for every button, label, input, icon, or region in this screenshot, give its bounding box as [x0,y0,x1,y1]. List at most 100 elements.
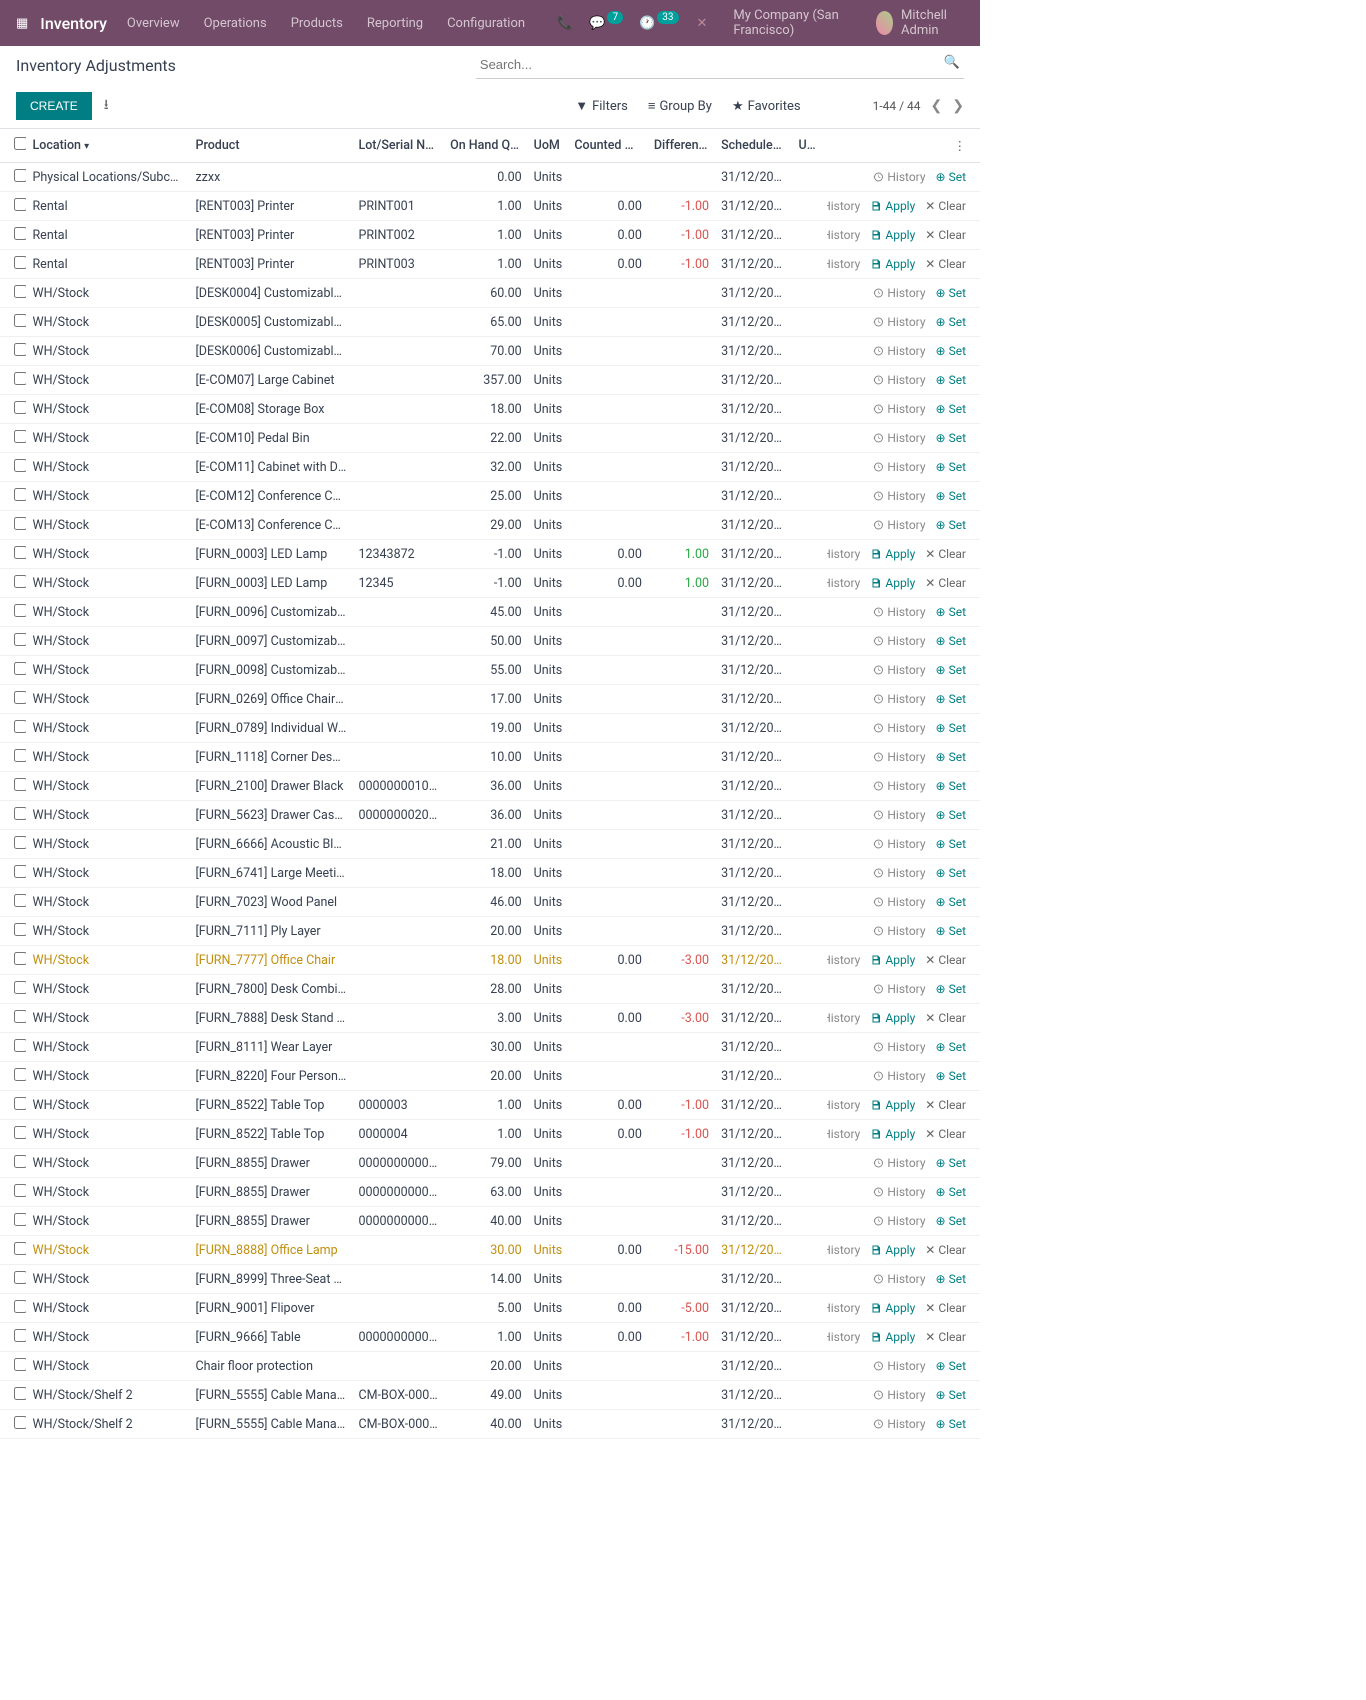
date-cell[interactable]: 31/12/2021 [715,337,792,366]
set-button[interactable]: ⊕ Set [936,1272,966,1286]
qty-cell[interactable]: 46.00 [444,888,528,917]
company-selector[interactable]: My Company (San Francisco) [733,8,859,38]
date-cell[interactable]: 31/12/2021 [715,1033,792,1062]
counted-cell[interactable] [568,1265,647,1294]
row-checkbox[interactable] [14,459,26,472]
product-cell[interactable]: [FURN_8522] Table Top [189,1091,352,1120]
col-scheduled[interactable]: Scheduled Da… [715,129,792,163]
location-cell[interactable]: WH/Stock [26,1265,189,1294]
qty-cell[interactable]: 14.00 [444,1265,528,1294]
set-button[interactable]: ⊕ Set [936,1069,966,1083]
history-button[interactable]: History [872,866,925,880]
history-button[interactable]: History [872,1040,925,1054]
date-cell[interactable]: 31/12/2021 [715,1207,792,1236]
table-row[interactable]: WH/Stock[FURN_7023] Wood Panel46.00Units… [0,888,980,917]
qty-cell[interactable]: 21.00 [444,830,528,859]
date-cell[interactable]: 31/12/2021 [715,801,792,830]
user-cell[interactable] [793,395,828,424]
history-button[interactable]: History [827,1301,860,1315]
uom-cell[interactable]: Units [528,772,569,801]
user-cell[interactable] [793,424,828,453]
counted-cell[interactable]: 0.00 [568,946,647,975]
counted-cell[interactable] [568,482,647,511]
set-button[interactable]: ⊕ Set [936,837,966,851]
close-icon[interactable]: ✕ [697,16,708,31]
lot-cell[interactable] [352,627,444,656]
lot-cell[interactable] [352,1265,444,1294]
location-cell[interactable]: WH/Stock [26,1091,189,1120]
lot-cell[interactable] [352,337,444,366]
col-on-hand[interactable]: On Hand Quanti… [444,129,528,163]
lot-cell[interactable] [352,743,444,772]
table-row[interactable]: WH/Stock[FURN_8111] Wear Layer30.00Units… [0,1033,980,1062]
counted-cell[interactable] [568,1207,647,1236]
history-button[interactable]: History [872,315,925,329]
row-checkbox[interactable] [14,1126,26,1139]
date-cell[interactable]: 31/12/2021 [715,1120,792,1149]
product-cell[interactable]: [FURN_6666] Acoustic Bloc Screens [189,830,352,859]
row-checkbox[interactable] [14,1010,26,1023]
product-cell[interactable]: [E-COM08] Storage Box [189,395,352,424]
counted-cell[interactable]: 0.00 [568,1294,647,1323]
nav-reporting[interactable]: Reporting [367,16,423,31]
user-cell[interactable] [793,279,828,308]
row-checkbox[interactable] [14,1271,26,1284]
lot-cell[interactable] [352,308,444,337]
date-cell[interactable]: 31/12/2021 [715,1178,792,1207]
product-cell[interactable]: [FURN_0003] LED Lamp [189,569,352,598]
user-cell[interactable] [793,1062,828,1091]
date-cell[interactable]: 31/12/2021 [715,1091,792,1120]
location-cell[interactable]: Rental [26,192,189,221]
lot-cell[interactable]: CM-BOX-00001 [352,1381,444,1410]
date-cell[interactable]: 31/12/2021 [715,1004,792,1033]
favorites-button[interactable]: ★ Favorites [732,98,801,114]
product-cell[interactable]: [FURN_8220] Four Person Desk [189,1062,352,1091]
uom-cell[interactable]: Units [528,163,569,192]
history-button[interactable]: History [872,1359,925,1373]
date-cell[interactable]: 31/12/2021 [715,917,792,946]
qty-cell[interactable]: 63.00 [444,1178,528,1207]
clear-button[interactable]: ✕ Clear [925,1011,966,1025]
apply-button[interactable]: Apply [870,953,915,967]
location-cell[interactable]: WH/Stock [26,1207,189,1236]
history-button[interactable]: History [872,373,925,387]
uom-cell[interactable]: Units [528,1381,569,1410]
table-row[interactable]: WH/Stock[FURN_0098] Customizable Desk (A… [0,656,980,685]
counted-cell[interactable]: 0.00 [568,1004,647,1033]
counted-cell[interactable] [568,279,647,308]
set-button[interactable]: ⊕ Set [936,895,966,909]
lot-cell[interactable] [352,917,444,946]
date-cell[interactable]: 31/12/2021 [715,569,792,598]
uom-cell[interactable]: Units [528,917,569,946]
user-cell[interactable] [793,888,828,917]
uom-cell[interactable]: Units [528,482,569,511]
row-checkbox[interactable] [14,720,26,733]
lot-cell[interactable] [352,946,444,975]
table-row[interactable]: WH/Stock[FURN_0097] Customizable Desk (S… [0,627,980,656]
set-button[interactable]: ⊕ Set [936,1388,966,1402]
date-cell[interactable]: 31/12/2021 [715,308,792,337]
product-cell[interactable]: [FURN_7800] Desk Combination [189,975,352,1004]
uom-cell[interactable]: Units [528,337,569,366]
uom-cell[interactable]: Units [528,1120,569,1149]
lot-cell[interactable] [352,685,444,714]
table-row[interactable]: WH/Stock[FURN_8522] Table Top00000041.00… [0,1120,980,1149]
date-cell[interactable]: 31/12/2021 [715,1149,792,1178]
date-cell[interactable]: 31/12/2021 [715,772,792,801]
user-cell[interactable] [793,1178,828,1207]
uom-cell[interactable]: Units [528,714,569,743]
location-cell[interactable]: WH/Stock [26,366,189,395]
set-button[interactable]: ⊕ Set [936,373,966,387]
table-row[interactable]: WH/Stock[FURN_1118] Corner Desk Left Sit… [0,743,980,772]
date-cell[interactable]: 31/12/2021 [715,975,792,1004]
row-checkbox[interactable] [14,546,26,559]
qty-cell[interactable]: 30.00 [444,1033,528,1062]
counted-cell[interactable] [568,656,647,685]
counted-cell[interactable]: 0.00 [568,1236,647,1265]
history-button[interactable]: History [872,924,925,938]
apply-button[interactable]: Apply [870,199,915,213]
lot-cell[interactable]: 0000000000030 [352,1178,444,1207]
qty-cell[interactable]: 49.00 [444,1381,528,1410]
location-cell[interactable]: WH/Stock [26,1004,189,1033]
nav-products[interactable]: Products [291,16,343,31]
